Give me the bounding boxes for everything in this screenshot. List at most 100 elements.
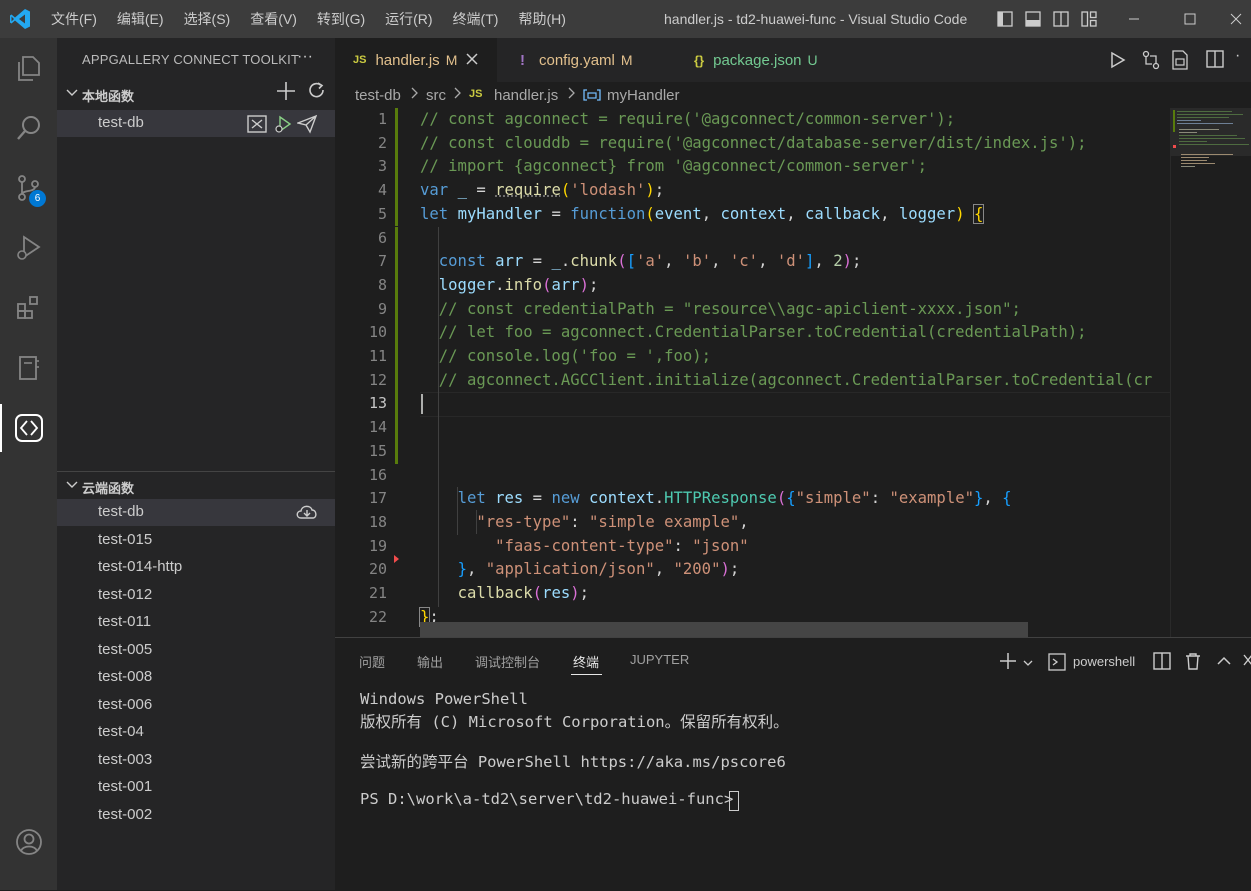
close-panel-icon[interactable] bbox=[1243, 653, 1251, 672]
cloud-function-item[interactable]: test-015 bbox=[57, 527, 335, 554]
split-terminal-icon[interactable] bbox=[1153, 652, 1171, 675]
cloud-download-icon[interactable] bbox=[295, 503, 319, 525]
js-file-icon: JS bbox=[469, 88, 482, 100]
run-debug-icon[interactable] bbox=[0, 224, 57, 272]
vscode-logo-icon bbox=[9, 8, 31, 30]
minimap-change-marker bbox=[1173, 110, 1175, 132]
cloud-function-item[interactable]: test-006 bbox=[57, 692, 335, 719]
appgallery-connect-icon[interactable] bbox=[0, 404, 57, 452]
maximize-panel-icon[interactable] bbox=[1217, 654, 1231, 672]
tab-config-yaml[interactable]: ! config.yaml M bbox=[497, 38, 672, 82]
menu-go[interactable]: 转到(G) bbox=[307, 0, 375, 38]
code-editor[interactable]: 1 2 3 4 5 6 7 8 9 10 11 12 13 14 15 16 1… bbox=[335, 108, 1170, 637]
new-terminal-icon[interactable] bbox=[999, 652, 1017, 675]
account-icon[interactable] bbox=[0, 818, 57, 866]
cloud-functions-header[interactable]: 云端函数 bbox=[57, 475, 335, 497]
maximize-button[interactable] bbox=[1167, 0, 1213, 38]
menu-edit[interactable]: 编辑(E) bbox=[107, 0, 174, 38]
tab-terminal[interactable]: 终端 bbox=[573, 652, 599, 671]
code-line: "res-type": "simple example", bbox=[420, 511, 749, 535]
bottom-panel: 问题 输出 调试控制台 终端 JUPYTER powershell Window… bbox=[335, 637, 1251, 891]
sidebar: APPGALLERY CONNECT TOOLKIT ··· 本地函数 test… bbox=[57, 38, 335, 890]
local-functions-header[interactable]: 本地函数 bbox=[57, 83, 335, 105]
minimap[interactable] bbox=[1170, 108, 1251, 637]
menu-terminal[interactable]: 终端(T) bbox=[443, 0, 509, 38]
tab-package-json[interactable]: {} package.json U bbox=[672, 38, 860, 82]
terminal-shell-name[interactable]: powershell bbox=[1073, 654, 1135, 669]
chevron-right-icon bbox=[567, 86, 577, 104]
code-line: }, "application/json", "200"); bbox=[420, 558, 739, 582]
symbol-variable-icon bbox=[583, 87, 601, 107]
gutter-added-marker bbox=[395, 227, 398, 464]
menu-run[interactable]: 运行(R) bbox=[375, 0, 442, 38]
menu-view[interactable]: 查看(V) bbox=[240, 0, 307, 38]
terminal-prompt[interactable]: PS D:\work\a-td2\server\td2-huawei-func> bbox=[360, 790, 743, 808]
code-line: // console.log('foo = ',foo); bbox=[420, 345, 711, 369]
cloud-function-item[interactable]: test-012 bbox=[57, 582, 335, 609]
close-window-button[interactable] bbox=[1213, 0, 1251, 38]
cloud-function-item[interactable]: test-011 bbox=[57, 609, 335, 636]
tab-jupyter[interactable]: JUPYTER bbox=[630, 652, 689, 667]
code-line: const arr = _.chunk(['a', 'b', 'c', 'd']… bbox=[420, 250, 861, 274]
cloud-function-item[interactable]: test-014-http bbox=[57, 554, 335, 581]
extensions-icon[interactable] bbox=[0, 284, 57, 332]
menu-file[interactable]: 文件(F) bbox=[41, 0, 107, 38]
line-number: 21 bbox=[335, 582, 387, 606]
toggle-sidebar-icon[interactable] bbox=[997, 11, 1013, 27]
tab-debug-console[interactable]: 调试控制台 bbox=[475, 652, 540, 671]
line-number: 4 bbox=[335, 179, 387, 203]
compare-changes-icon[interactable] bbox=[1141, 50, 1161, 75]
cloud-function-item[interactable]: test-008 bbox=[57, 664, 335, 691]
more-actions-button[interactable]: ··· bbox=[297, 48, 313, 66]
cloud-function-item[interactable]: test-003 bbox=[57, 747, 335, 774]
search-icon[interactable] bbox=[0, 104, 57, 152]
breadcrumb-symbol[interactable]: myHandler bbox=[607, 87, 680, 104]
menu-help[interactable]: 帮助(H) bbox=[508, 0, 575, 38]
cloud-function-item[interactable]: test-002 bbox=[57, 802, 335, 829]
more-actions-icon[interactable]: · bbox=[1235, 47, 1240, 65]
tab-problems[interactable]: 问题 bbox=[359, 652, 385, 671]
minimap-line bbox=[1181, 160, 1207, 161]
notebook-icon[interactable] bbox=[0, 344, 57, 392]
local-function-item[interactable]: test-db bbox=[57, 110, 335, 137]
menu-selection[interactable]: 选择(S) bbox=[174, 0, 241, 38]
breadcrumb-folder[interactable]: src bbox=[426, 87, 446, 104]
run-function-icon[interactable] bbox=[273, 114, 293, 138]
open-preview-icon[interactable] bbox=[1171, 50, 1189, 75]
tab-label: handler.js bbox=[375, 52, 439, 69]
run-icon[interactable] bbox=[1109, 51, 1127, 74]
cloud-function-item[interactable]: test-db bbox=[57, 499, 335, 526]
cloud-function-item[interactable]: test-04 bbox=[57, 719, 335, 746]
close-tab-icon[interactable] bbox=[466, 52, 478, 69]
tab-output[interactable]: 输出 bbox=[417, 652, 443, 671]
debug-function-icon[interactable] bbox=[247, 114, 267, 138]
explorer-icon[interactable] bbox=[0, 44, 57, 92]
toggle-panel-icon[interactable] bbox=[1025, 11, 1041, 27]
minimap-line bbox=[1181, 163, 1215, 164]
toggle-secondary-sidebar-icon[interactable] bbox=[1053, 11, 1069, 27]
terminal-icon bbox=[1048, 653, 1066, 676]
source-control-icon[interactable]: 6 bbox=[0, 164, 57, 212]
split-editor-icon[interactable] bbox=[1206, 50, 1224, 73]
json-file-icon: {} bbox=[694, 53, 704, 68]
chevron-down-icon bbox=[65, 85, 79, 102]
minimize-button[interactable] bbox=[1111, 0, 1157, 38]
customize-layout-icon[interactable] bbox=[1081, 11, 1097, 27]
tab-handler-js[interactable]: JS handler.js M bbox=[335, 38, 497, 82]
trash-icon[interactable] bbox=[1184, 652, 1202, 675]
cloud-function-label: test-012 bbox=[98, 586, 152, 603]
refresh-icon[interactable] bbox=[307, 81, 327, 104]
add-icon[interactable] bbox=[275, 80, 297, 105]
code-line: // import {agconnect} from '@agconnect/c… bbox=[420, 155, 927, 179]
chevron-down-icon[interactable] bbox=[1023, 655, 1033, 673]
cloud-function-label: test-008 bbox=[98, 668, 152, 685]
deploy-icon[interactable] bbox=[297, 114, 317, 138]
cloud-function-item[interactable]: test-005 bbox=[57, 637, 335, 664]
cloud-function-label: test-014-http bbox=[98, 558, 182, 575]
breadcrumb-file[interactable]: handler.js bbox=[494, 87, 558, 104]
breadcrumb-folder[interactable]: test-db bbox=[355, 87, 401, 104]
terminal-line: Windows PowerShell bbox=[360, 690, 528, 708]
cloud-functions-label: 云端函数 bbox=[82, 478, 134, 497]
cloud-function-label: test-002 bbox=[98, 806, 152, 823]
cloud-function-item[interactable]: test-001 bbox=[57, 774, 335, 801]
